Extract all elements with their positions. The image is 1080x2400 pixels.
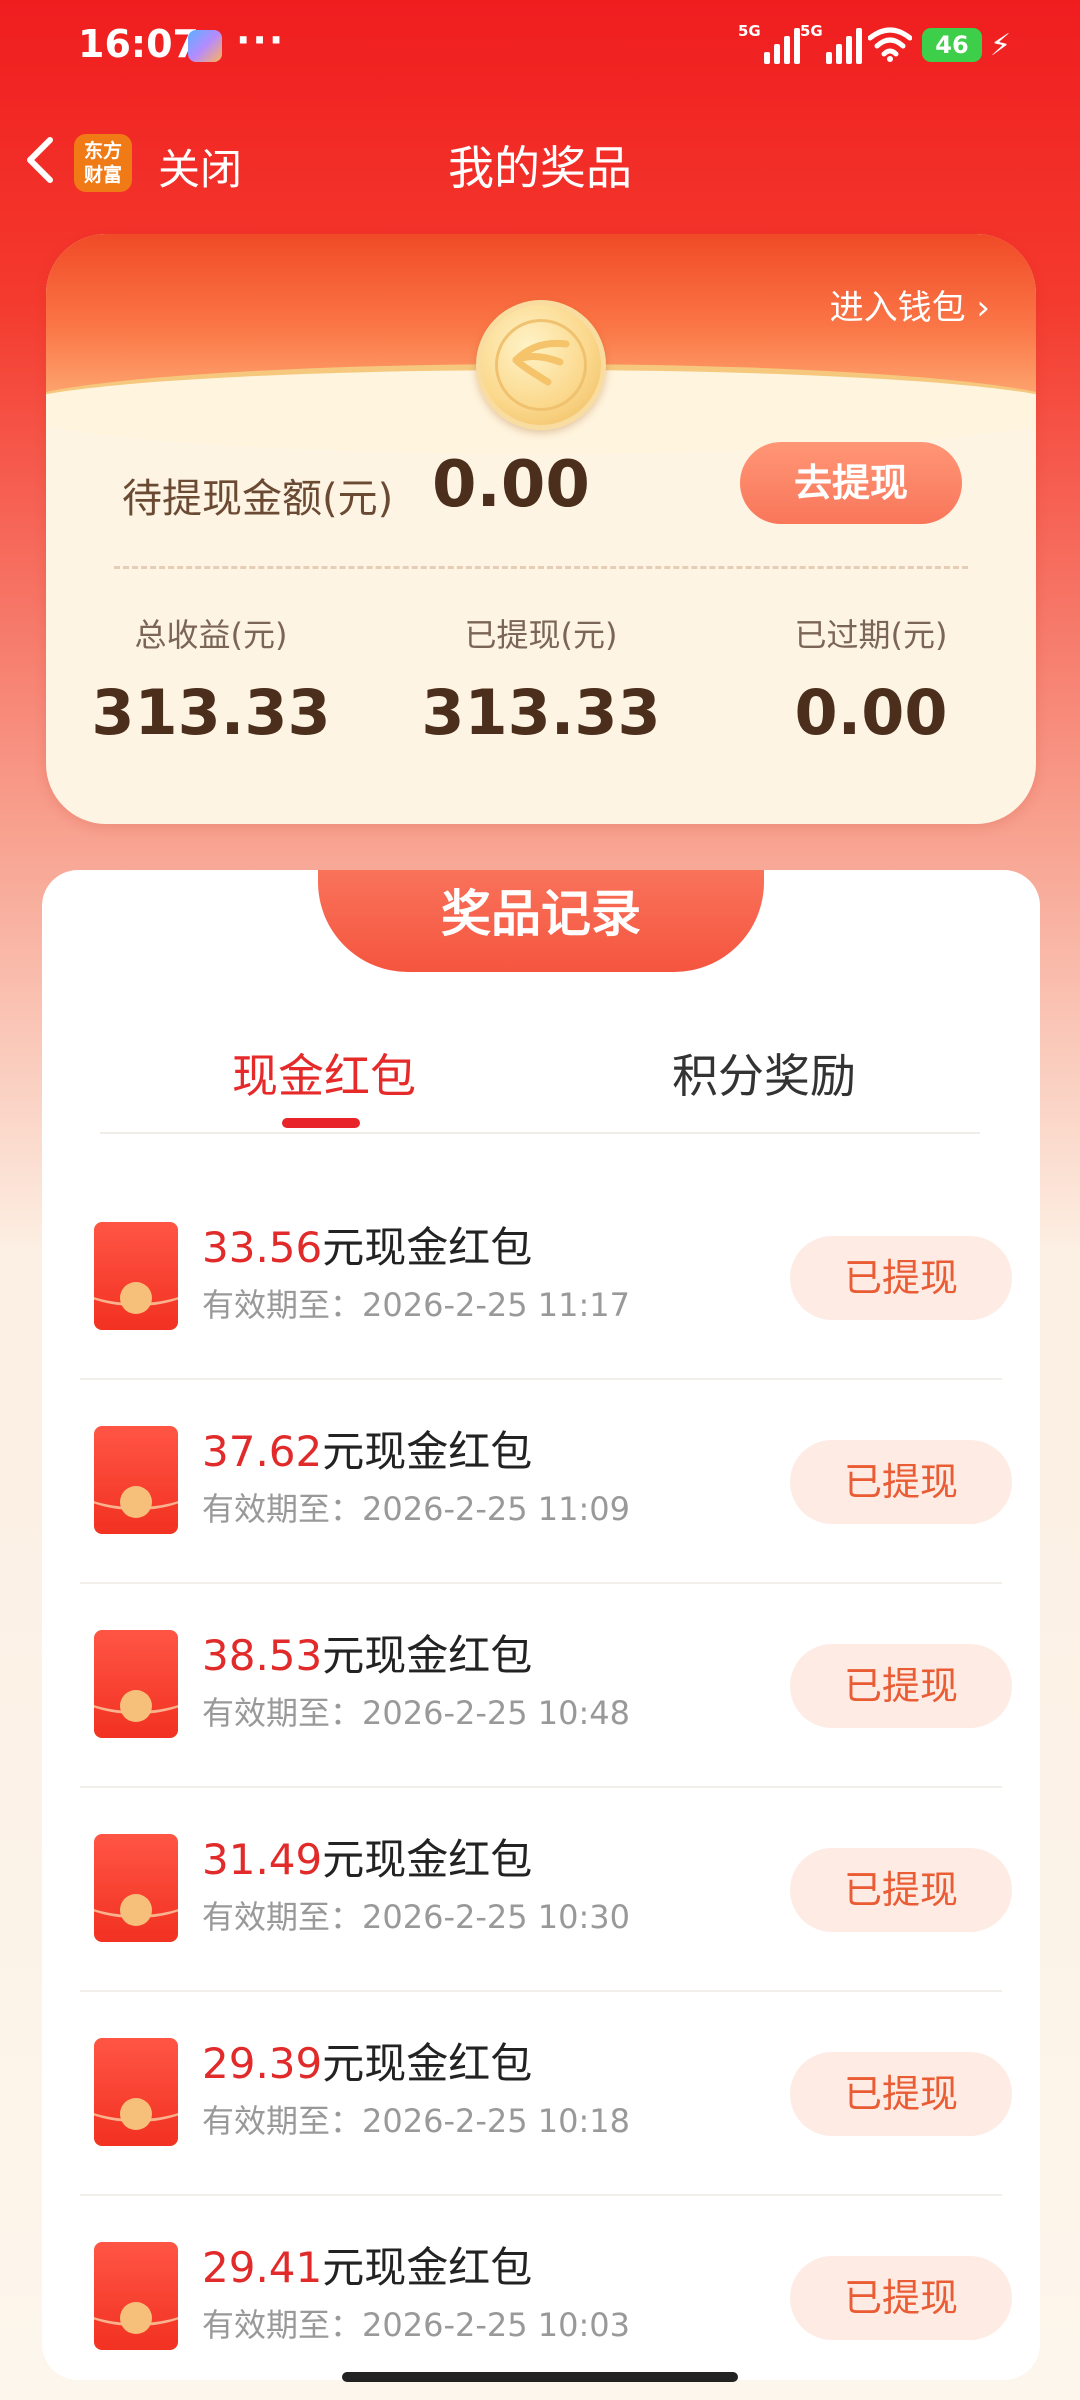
charging-icon: ⚡ xyxy=(990,28,1012,63)
network-type-label: 5G xyxy=(800,22,823,40)
red-envelope-icon xyxy=(94,1630,178,1738)
prize-title: 37.62元现金红包 xyxy=(202,1418,532,1479)
withdrawn-status-button[interactable]: 已提现 xyxy=(790,1644,1012,1728)
status-bar: 16:07 ··· 5G 5G 46 ⚡ xyxy=(0,0,1080,95)
prize-list: 33.56元现金红包 有效期至：2026-2-25 11:17 已提现 37.6… xyxy=(80,1176,1012,2380)
more-notifications-icon: ··· xyxy=(236,18,286,62)
cellular-signal-icon: 5G xyxy=(800,22,862,64)
prize-suffix: 元现金红包 xyxy=(322,2039,533,2088)
list-item: 37.62元现金红包 有效期至：2026-2-25 11:09 已提现 xyxy=(80,1380,1012,1584)
withdrawn-status-button[interactable]: 已提现 xyxy=(790,1440,1012,1524)
list-item: 29.39元现金红包 有效期至：2026-2-25 10:18 已提现 xyxy=(80,1992,1012,2196)
prize-expiry: 有效期至：2026-2-25 10:03 xyxy=(202,2306,631,2344)
stat-label: 总收益(元) xyxy=(134,616,288,654)
list-item: 33.56元现金红包 有效期至：2026-2-25 11:17 已提现 xyxy=(80,1176,1012,1380)
prize-amount: 31.49 xyxy=(202,1835,323,1884)
active-tab-indicator xyxy=(282,1118,360,1128)
prize-expiry: 有效期至：2026-2-25 11:17 xyxy=(202,1286,631,1324)
network-type-label: 5G xyxy=(738,22,761,40)
battery-icon: 46 xyxy=(922,28,982,62)
red-envelope-icon xyxy=(94,1426,178,1534)
stat-value: 313.33 xyxy=(91,676,331,749)
prize-title: 31.49元现金红包 xyxy=(202,1826,532,1887)
pending-amount-value: 0.00 xyxy=(432,448,590,522)
page-title: 我的奖品 xyxy=(448,141,632,195)
withdrawn-status-button[interactable]: 已提现 xyxy=(790,1236,1012,1320)
prize-amount: 29.39 xyxy=(202,2039,323,2088)
records-header: 奖品记录 xyxy=(318,870,764,972)
prize-amount: 29.41 xyxy=(202,2243,323,2292)
list-item: 29.41元现金红包 有效期至：2026-2-25 10:03 已提现 xyxy=(80,2196,1012,2380)
prize-expiry: 有效期至：2026-2-25 11:09 xyxy=(202,1490,631,1528)
prize-suffix: 元现金红包 xyxy=(322,1427,533,1476)
prize-amount: 33.56 xyxy=(202,1223,323,1272)
withdrawn-status-button[interactable]: 已提现 xyxy=(790,2052,1012,2136)
red-envelope-icon xyxy=(94,1222,178,1330)
stat-label: 已提现(元) xyxy=(464,616,618,654)
list-item: 38.53元现金红包 有效期至：2026-2-25 10:48 已提现 xyxy=(80,1584,1012,1788)
prize-title: 29.39元现金红包 xyxy=(202,2030,532,2091)
prize-expiry: 有效期至：2026-2-25 10:48 xyxy=(202,1694,631,1732)
status-time: 16:07 xyxy=(78,22,199,66)
stat-value: 0.00 xyxy=(794,676,948,749)
prize-expiry: 有效期至：2026-2-25 10:30 xyxy=(202,1898,631,1936)
stat-expired: 已过期(元) 0.00 xyxy=(706,610,1036,749)
withdrawn-status-button[interactable]: 已提现 xyxy=(790,1848,1012,1932)
withdrawn-status-button[interactable]: 已提现 xyxy=(790,2256,1012,2340)
prize-title: 38.53元现金红包 xyxy=(202,1622,532,1683)
prize-suffix: 元现金红包 xyxy=(322,2243,533,2292)
stat-label: 已过期(元) xyxy=(794,616,948,654)
prize-title: 33.56元现金红包 xyxy=(202,1214,532,1275)
divider xyxy=(114,566,968,569)
prize-title: 29.41元现金红包 xyxy=(202,2234,532,2295)
enter-wallet-link[interactable]: 进入钱包 › xyxy=(830,280,990,329)
prize-suffix: 元现金红包 xyxy=(322,1223,533,1272)
withdraw-button[interactable]: 去提现 xyxy=(740,442,962,524)
prize-records-card: 奖品记录 现金红包 积分奖励 33.56元现金红包 有效期至：2026-2-25… xyxy=(42,870,1040,2380)
stat-withdrawn: 已提现(元) 313.33 xyxy=(376,610,706,749)
red-envelope-icon xyxy=(94,2242,178,2350)
nav-bar: 东方 财富 关闭 我的奖品 xyxy=(0,110,1080,210)
game-app-icon xyxy=(188,30,222,62)
red-envelope-icon xyxy=(94,2038,178,2146)
wifi-icon xyxy=(868,27,912,62)
divider xyxy=(100,1132,980,1134)
stat-value: 313.33 xyxy=(421,676,661,749)
prize-suffix: 元现金红包 xyxy=(322,1835,533,1884)
wallet-card: 进入钱包 › 待提现金额(元) 0.00 去提现 总收益(元) 313.33 已… xyxy=(46,234,1036,824)
red-envelope-icon xyxy=(94,1834,178,1942)
stat-total-earnings: 总收益(元) 313.33 xyxy=(46,610,376,749)
prize-expiry: 有效期至：2026-2-25 10:18 xyxy=(202,2102,631,2140)
tab-cash-red-packet[interactable]: 现金红包 xyxy=(232,1040,416,1106)
coin-icon xyxy=(476,300,606,430)
prize-amount: 38.53 xyxy=(202,1631,323,1680)
list-item: 31.49元现金红包 有效期至：2026-2-25 10:30 已提现 xyxy=(80,1788,1012,1992)
home-indicator[interactable] xyxy=(342,2372,738,2382)
pending-amount-label: 待提现金额(元) xyxy=(122,476,394,522)
prize-amount: 37.62 xyxy=(202,1427,323,1476)
prize-suffix: 元现金红包 xyxy=(322,1631,533,1680)
cellular-signal-icon: 5G xyxy=(738,22,800,64)
tab-points-reward[interactable]: 积分奖励 xyxy=(672,1040,856,1106)
